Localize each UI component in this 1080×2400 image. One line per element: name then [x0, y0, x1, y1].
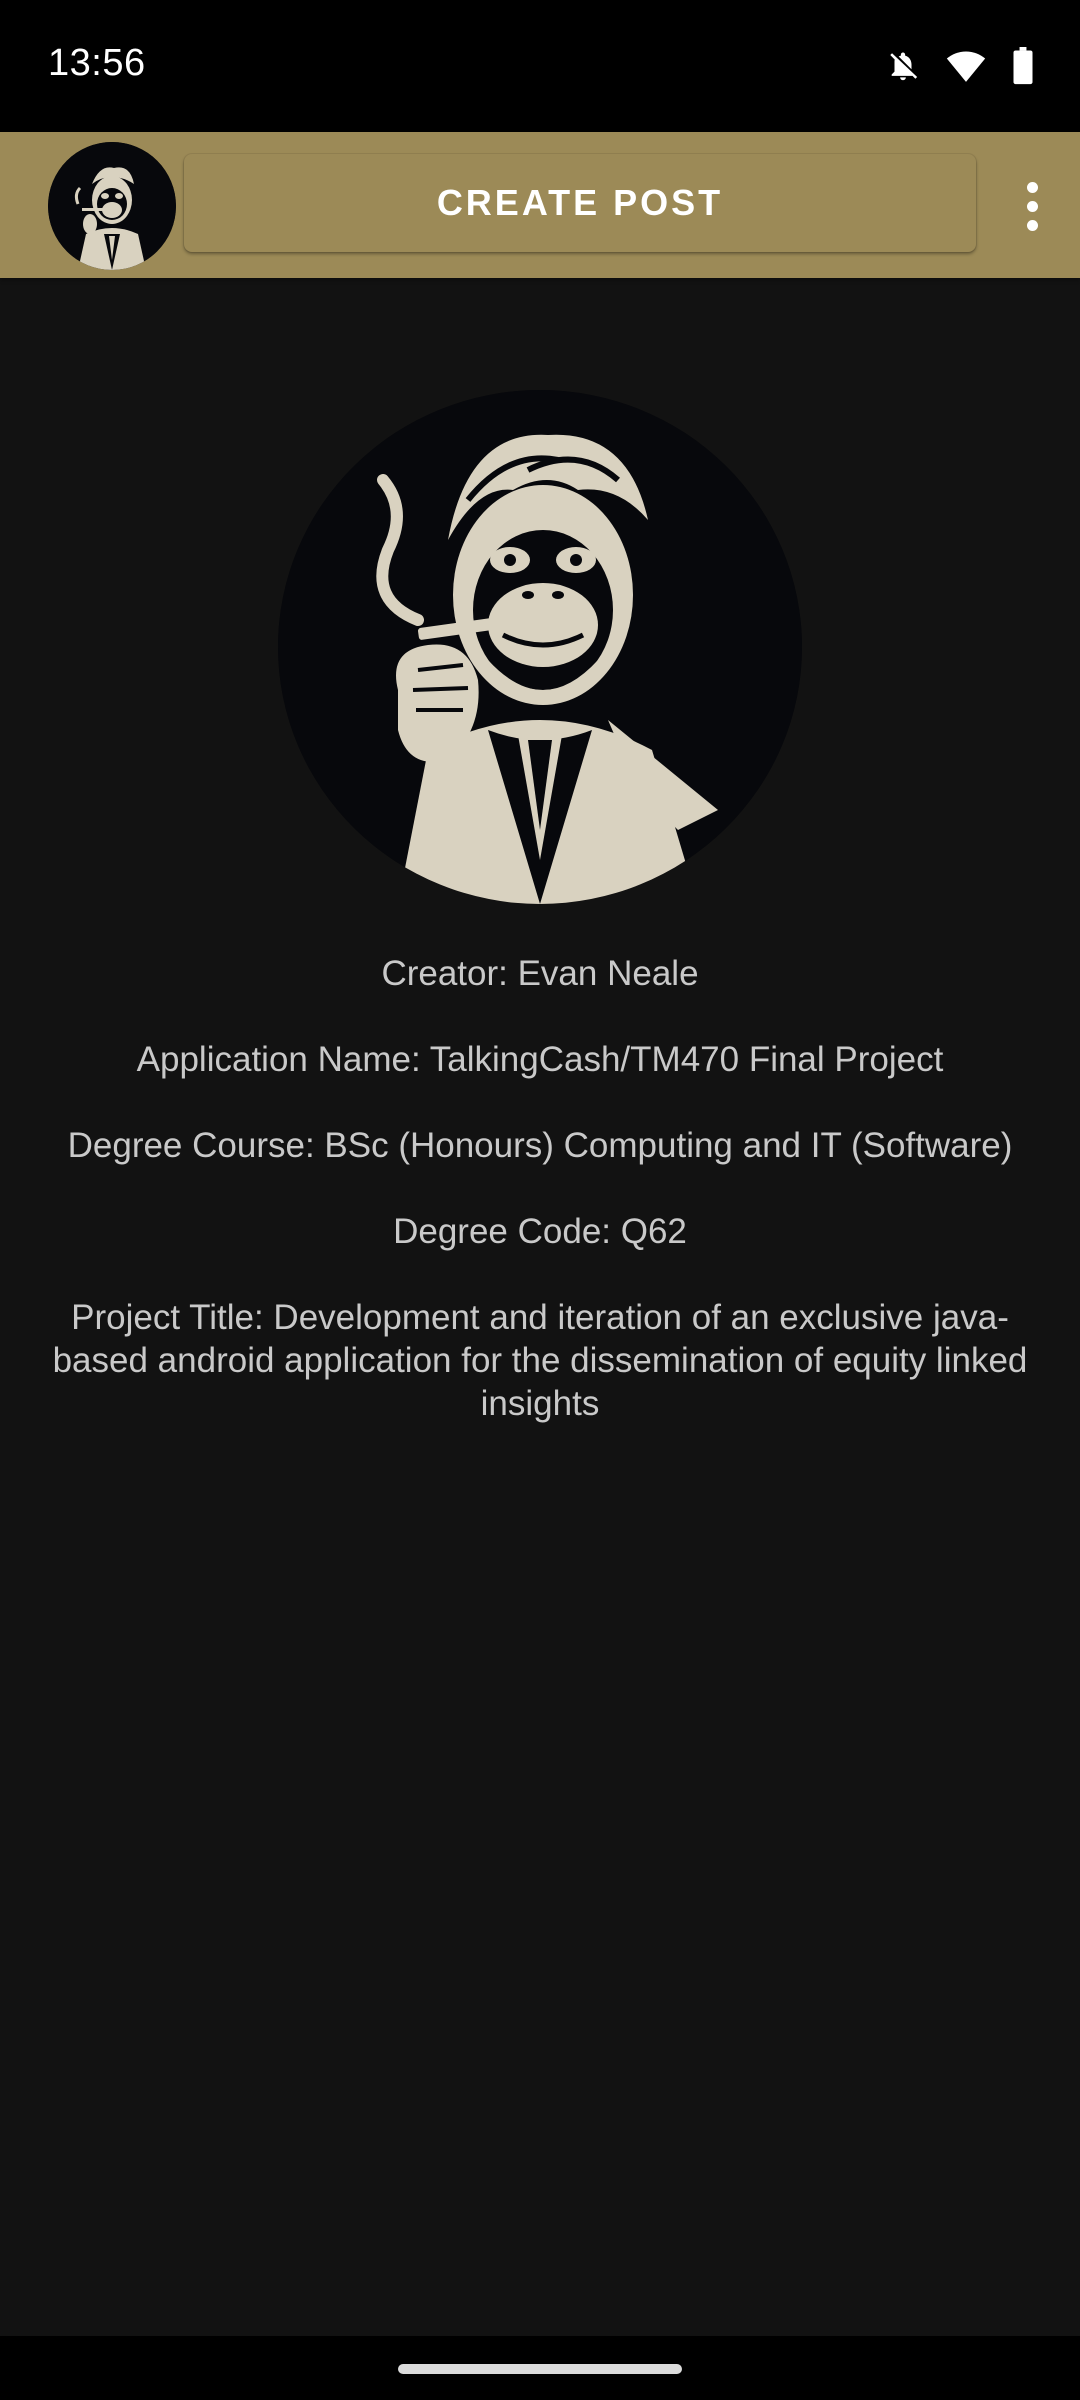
- home-indicator[interactable]: [398, 2364, 682, 2374]
- app-bar: CREATE POST: [0, 132, 1080, 278]
- degree-code-text: Degree Code: Q62: [393, 1212, 687, 1251]
- degree-course-text: Degree Course: BSc (Honours) Computing a…: [67, 1126, 1013, 1165]
- menu-dot: [1026, 200, 1038, 212]
- notifications-off-icon: [886, 48, 920, 84]
- create-post-button[interactable]: CREATE POST: [184, 154, 976, 252]
- monkey-avatar-icon[interactable]: [48, 142, 176, 270]
- menu-dot: [1026, 181, 1038, 193]
- battery-icon: [1012, 47, 1034, 85]
- application-name-text: Application Name: TalkingCash/TM470 Fina…: [136, 1040, 944, 1079]
- create-post-label: CREATE POST: [436, 182, 724, 223]
- menu-dot: [1026, 219, 1038, 231]
- status-time: 13:56: [48, 42, 146, 84]
- project-title-text: Project Title: Development and iteration…: [52, 1298, 1028, 1423]
- overflow-menu-icon[interactable]: [1014, 176, 1050, 236]
- creator-text: Creator: Evan Neale: [381, 954, 699, 993]
- status-icons: [886, 44, 1034, 88]
- wifi-icon: [946, 49, 986, 83]
- profile-image: [278, 390, 802, 904]
- project-info: Creator: Evan Neale Application Name: Ta…: [0, 952, 1080, 1468]
- status-bar: 13:56: [0, 0, 1080, 132]
